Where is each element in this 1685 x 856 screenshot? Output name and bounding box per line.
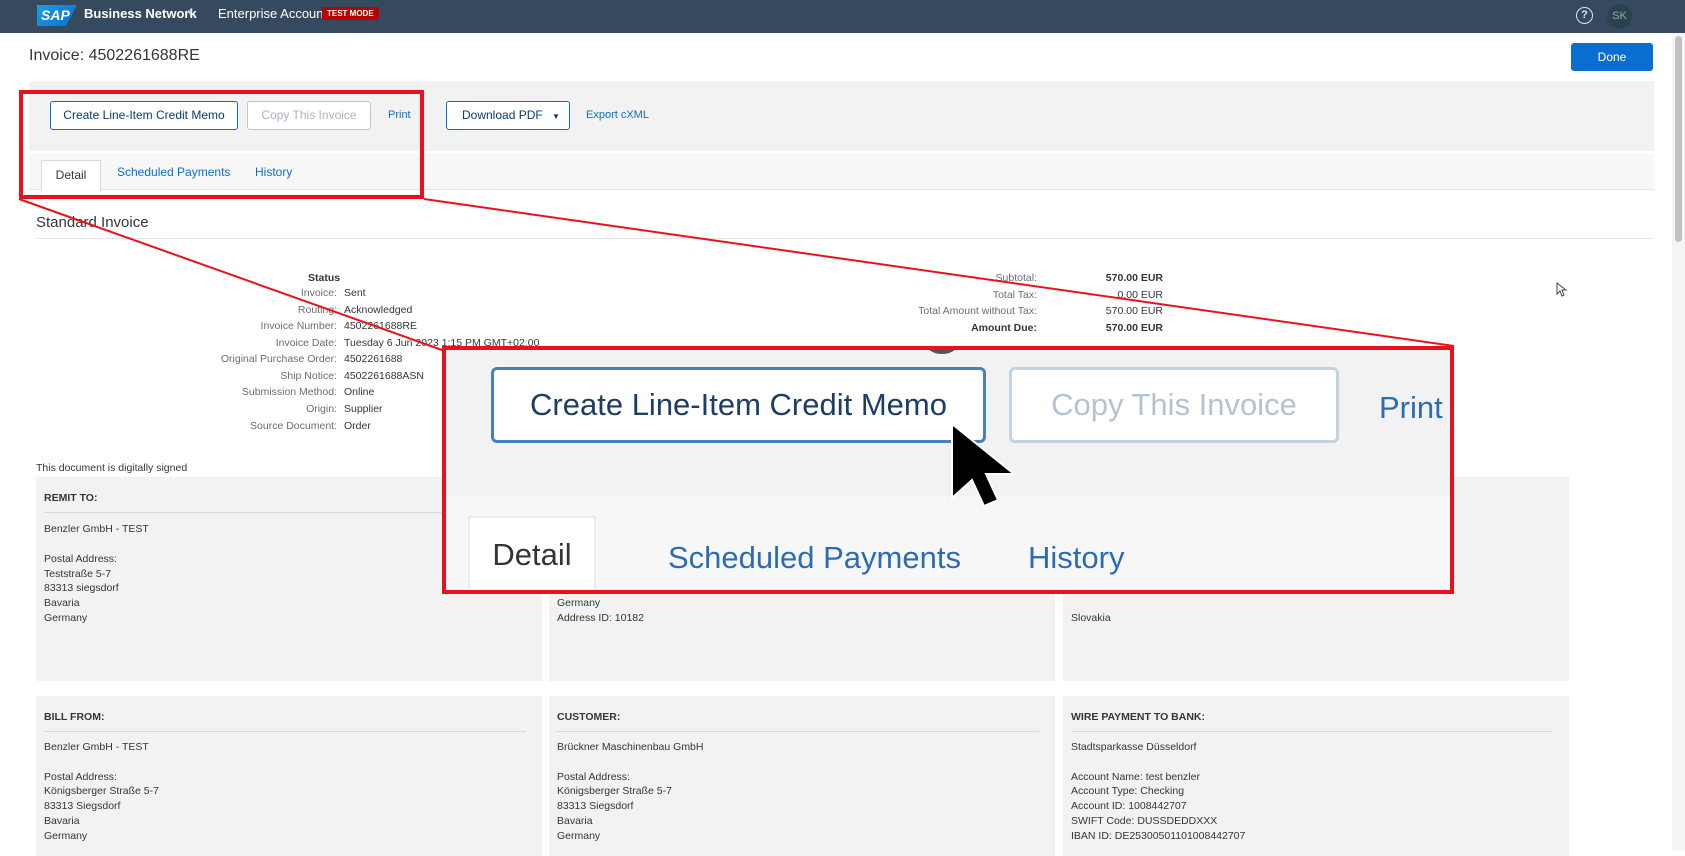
highlight-box [19,90,424,199]
scrollbar-thumb[interactable] [1675,36,1682,242]
zoom-copy-invoice-button[interactable]: Copy This Invoice [1009,367,1339,443]
mouse-pointer-icon [1556,282,1568,297]
zoom-tab-scheduled-payments[interactable]: Scheduled Payments [668,540,961,576]
zoom-tab-detail[interactable]: Detail [468,516,596,590]
zoom-callout: Create Line-Item Credit Memo Copy This I… [442,346,1454,594]
zoom-tab-history[interactable]: History [1028,540,1124,576]
zoom-print-link[interactable]: Print [1379,390,1443,426]
zoom-create-credit-memo-button[interactable]: Create Line-Item Credit Memo [491,367,986,443]
cursor-arrow-icon [951,421,1017,508]
cursor-shadow [927,350,957,354]
zoom-tab-bar: Detail Scheduled Payments History [446,496,1450,590]
